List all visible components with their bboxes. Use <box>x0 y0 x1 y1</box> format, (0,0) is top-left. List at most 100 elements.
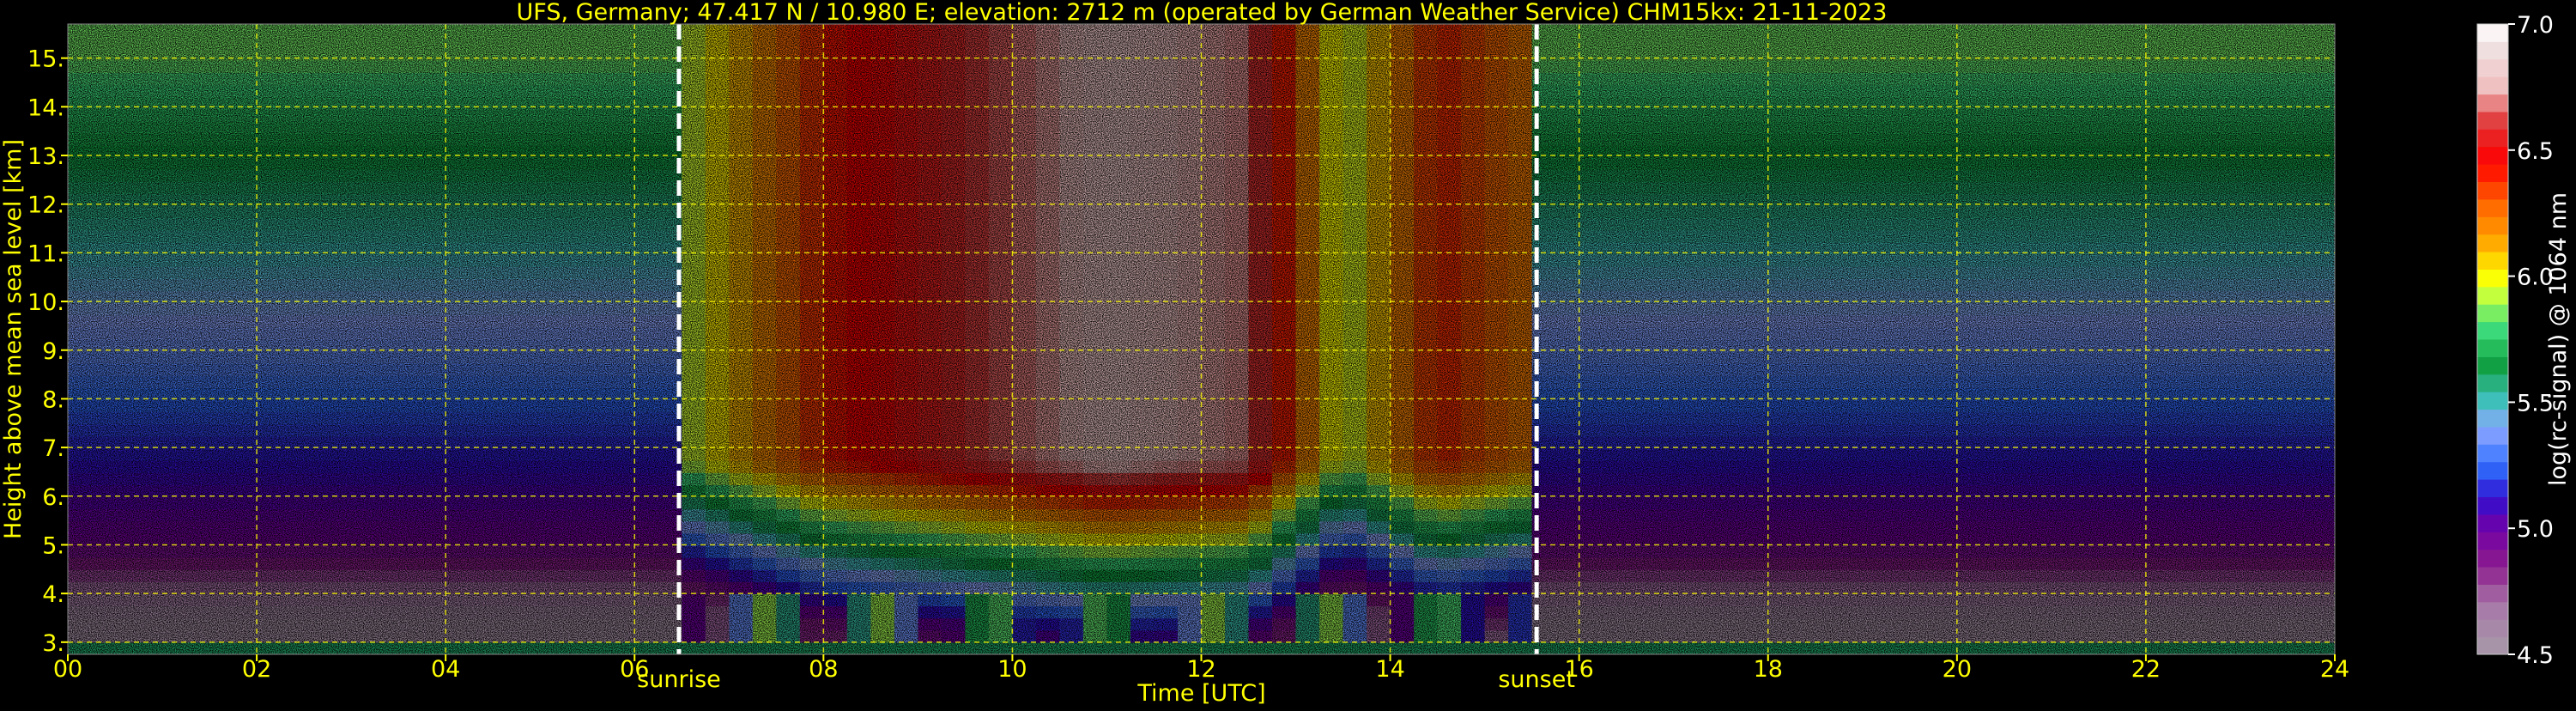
heat-cell <box>1815 315 1840 328</box>
heat-cell <box>1933 109 1957 122</box>
heat-cell <box>965 133 989 146</box>
heat-cell <box>493 569 517 582</box>
heat-cell <box>823 133 847 146</box>
heat-cell <box>115 85 139 98</box>
heat-cell <box>800 230 824 243</box>
heat-cell <box>587 48 611 61</box>
heat-cell <box>1815 363 1840 376</box>
heat-cell <box>1508 545 1532 558</box>
heat-cell <box>2075 218 2099 231</box>
heat-cell <box>2004 157 2028 170</box>
heat-cell <box>587 618 611 631</box>
heat-cell <box>1650 339 1674 352</box>
heat-cell <box>1910 545 1934 558</box>
heat-cell <box>1414 230 1438 243</box>
heat-cell <box>870 169 894 182</box>
heat-cell <box>1107 85 1131 98</box>
heat-cell <box>1933 85 1957 98</box>
heat-cell <box>1130 36 1155 49</box>
heat-cell <box>1815 24 1840 37</box>
heat-cell <box>68 618 92 631</box>
heat-cell <box>162 303 186 316</box>
heat-cell <box>1155 230 1179 243</box>
heat-cell <box>493 60 517 73</box>
heat-cell <box>682 24 706 37</box>
heat-cell <box>1697 36 1721 49</box>
heat-cell <box>1296 375 1320 388</box>
heat-cell <box>139 291 163 304</box>
heat-cell <box>989 339 1013 352</box>
heat-cell <box>1012 484 1036 497</box>
heat-cell <box>1225 242 1249 255</box>
heat-cell <box>2122 48 2146 61</box>
heat-cell <box>1059 497 1083 510</box>
heat-cell <box>68 606 92 619</box>
heat-cell <box>1461 218 1485 231</box>
heat-cell <box>1155 24 1179 37</box>
heat-cell <box>1225 121 1249 134</box>
heat-cell <box>351 630 375 643</box>
heat-cell <box>706 545 730 558</box>
heat-cell <box>257 266 281 279</box>
heat-cell <box>564 109 588 122</box>
heat-cell <box>375 266 399 279</box>
heat-cell <box>1933 581 1957 594</box>
heat-cell <box>1886 133 1910 146</box>
heat-cell <box>1933 218 1957 231</box>
heat-cell <box>965 218 989 231</box>
heat-cell <box>1155 73 1179 86</box>
heat-cell <box>776 400 800 413</box>
heat-cell <box>1674 218 1698 231</box>
heat-cell <box>1815 230 1840 243</box>
heat-cell <box>1910 375 1934 388</box>
heat-cell <box>1933 145 1957 158</box>
heat-cell <box>1296 121 1320 134</box>
heat-cell <box>281 606 305 619</box>
heat-cell <box>2004 497 2028 510</box>
heat-cell <box>1012 581 1036 594</box>
heat-cell <box>1012 400 1036 413</box>
heat-cell <box>1059 218 1083 231</box>
heat-cell <box>1367 375 1391 388</box>
heat-cell <box>918 230 942 243</box>
heat-cell <box>800 533 824 546</box>
heat-cell <box>540 448 564 461</box>
heat-cell <box>1438 278 1462 291</box>
heat-cell <box>517 97 541 110</box>
heat-cell <box>1391 24 1415 37</box>
heat-cell <box>776 169 800 182</box>
heat-cell <box>517 73 541 86</box>
heat-cell <box>2312 618 2336 631</box>
heat-cell <box>162 460 186 473</box>
heat-cell <box>257 351 281 364</box>
heat-cell <box>753 375 777 388</box>
heat-cell <box>139 351 163 364</box>
heat-cell <box>304 48 328 61</box>
heat-cell <box>1791 327 1815 340</box>
heat-cell <box>1414 363 1438 376</box>
heat-cell <box>1249 497 1273 510</box>
heat-cell <box>186 630 210 643</box>
heat-cell <box>2240 351 2264 364</box>
heat-cell <box>1296 400 1320 413</box>
heat-cell <box>351 569 375 582</box>
heat-cell <box>1202 448 1226 461</box>
heat-cell <box>162 569 186 582</box>
heat-cell <box>328 351 352 364</box>
heat-cell <box>1272 278 1296 291</box>
heat-cell <box>1933 121 1957 134</box>
heat-cell <box>281 400 305 413</box>
heat-cell <box>942 85 966 98</box>
heat-cell <box>1933 315 1957 328</box>
heat-cell <box>989 97 1013 110</box>
heat-cell <box>139 97 163 110</box>
heat-cell <box>918 97 942 110</box>
heat-cell <box>2264 266 2288 279</box>
heat-cell <box>398 581 422 594</box>
heat-cell <box>1178 363 1202 376</box>
heat-cell <box>2027 436 2052 449</box>
heat-cell <box>257 73 281 86</box>
heat-cell <box>1603 48 1627 61</box>
heat-cell <box>1249 48 1273 61</box>
heat-cell <box>1980 484 2004 497</box>
